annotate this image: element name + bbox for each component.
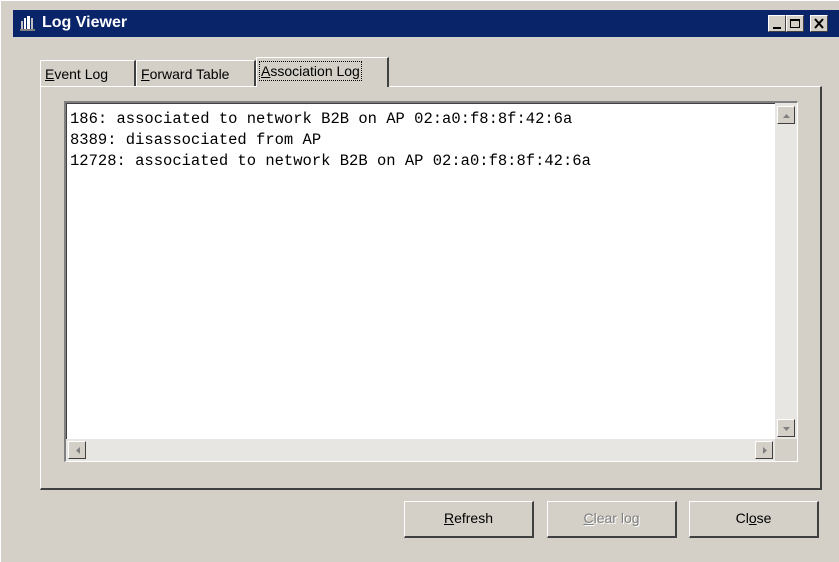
- close-button[interactable]: Close: [689, 501, 819, 538]
- tab-mnemonic: F: [141, 66, 150, 82]
- tab-label: orward Table: [149, 66, 230, 82]
- tab-mnemonic: E: [45, 66, 55, 82]
- arrow-left-icon: [76, 447, 80, 454]
- clear-log-label: lear log: [593, 510, 640, 526]
- log-line: 186: associated to network B2B on AP 02:…: [70, 110, 573, 128]
- minimize-icon: [773, 27, 781, 29]
- network-app-icon: [19, 15, 37, 33]
- arrow-right-icon: [763, 447, 767, 454]
- tab-mnemonic: A: [261, 63, 271, 79]
- tab-label: vent Log: [54, 66, 109, 82]
- clear-log-mnemonic: C: [583, 510, 594, 526]
- arrow-down-icon: [783, 427, 790, 431]
- vertical-scrollbar[interactable]: [775, 103, 797, 439]
- close-prefix: Cl: [735, 510, 749, 526]
- tab-label: ssociation Log: [270, 63, 360, 79]
- refresh-mnemonic: R: [443, 510, 455, 526]
- close-icon: [814, 18, 824, 29]
- scroll-down-button[interactable]: [777, 419, 795, 437]
- clear-log-button[interactable]: Clear log: [547, 501, 677, 538]
- tab-forward-table[interactable]: Forward Table: [136, 60, 256, 86]
- scroll-left-button[interactable]: [68, 441, 86, 459]
- refresh-label: efresh: [454, 510, 494, 526]
- minimize-button[interactable]: [768, 15, 786, 32]
- close-label: se: [756, 510, 772, 526]
- association-log-textarea[interactable]: 186: associated to network B2B on AP 02:…: [64, 101, 798, 462]
- window-title: Log Viewer: [42, 14, 128, 31]
- log-line: 8389: disassociated from AP: [70, 131, 322, 149]
- scroll-up-button[interactable]: [777, 106, 795, 124]
- arrow-up-icon: [783, 114, 790, 118]
- refresh-button[interactable]: Refresh: [404, 501, 534, 538]
- close-window-button[interactable]: [810, 15, 828, 32]
- scroll-right-button[interactable]: [755, 441, 773, 459]
- horizontal-scrollbar[interactable]: [66, 439, 775, 461]
- maximize-button[interactable]: [786, 15, 804, 32]
- scrollbar-corner: [775, 439, 797, 461]
- tab-association-log[interactable]: Association Log: [256, 57, 389, 87]
- maximize-icon: [790, 19, 800, 28]
- close-mnemonic: o: [748, 510, 757, 526]
- title-bar[interactable]: Log Viewer: [13, 10, 839, 37]
- log-text: 186: associated to network B2B on AP 02:…: [70, 109, 591, 172]
- log-line: 12728: associated to network B2B on AP 0…: [70, 152, 591, 170]
- log-viewer-window: Log Viewer Event Log Forward Table Assoc…: [0, 0, 839, 562]
- tab-event-log[interactable]: Event Log: [40, 60, 136, 86]
